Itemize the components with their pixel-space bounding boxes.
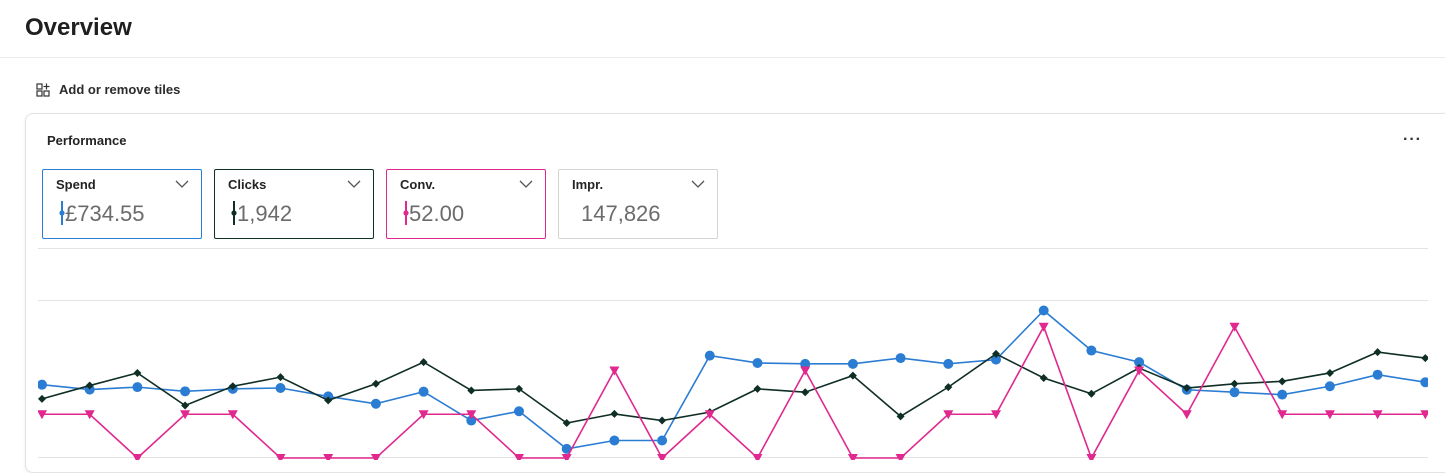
- data-point-spend[interactable]: [275, 383, 286, 393]
- data-point-spend[interactable]: [1324, 381, 1335, 392]
- add-tiles-icon: [36, 82, 50, 97]
- data-point-clicks[interactable]: [38, 394, 46, 403]
- data-point-spend[interactable]: [752, 357, 763, 368]
- data-point-clicks[interactable]: [276, 373, 285, 382]
- data-point-spend[interactable]: [38, 379, 47, 390]
- data-point-spend[interactable]: [609, 435, 620, 446]
- page-header: Overview: [0, 0, 1445, 58]
- metric-value: £734.55: [65, 201, 145, 226]
- metric-value: 147,826: [581, 201, 661, 226]
- data-point-spend[interactable]: [943, 358, 954, 369]
- metric-label: Impr.: [572, 177, 604, 192]
- data-point-clicks[interactable]: [1373, 348, 1382, 357]
- data-point-clicks[interactable]: [1087, 389, 1096, 398]
- data-point-spend[interactable]: [657, 435, 668, 446]
- more-options-button[interactable]: ···: [1403, 131, 1422, 149]
- performance-line-chart: [38, 248, 1428, 460]
- metric-label: Conv.: [400, 177, 436, 192]
- data-point-spend[interactable]: [1038, 305, 1049, 316]
- data-point-spend[interactable]: [704, 350, 715, 361]
- data-point-clicks[interactable]: [1278, 377, 1287, 386]
- add-tiles-label: Add or remove tiles: [59, 82, 181, 97]
- add-or-remove-tiles-button[interactable]: Add or remove tiles: [36, 82, 180, 97]
- data-point-clicks[interactable]: [610, 409, 619, 418]
- chevron-down-icon[interactable]: [691, 179, 705, 189]
- data-point-spend[interactable]: [847, 358, 858, 369]
- chevron-down-icon[interactable]: [175, 179, 189, 189]
- metric-tile-clicks[interactable]: Clicks 1,942: [214, 169, 374, 239]
- page-title: Overview: [25, 14, 132, 41]
- data-point-spend[interactable]: [1229, 387, 1240, 398]
- data-point-conv[interactable]: [609, 366, 620, 376]
- data-point-clicks[interactable]: [753, 384, 762, 393]
- data-point-conv[interactable]: [800, 366, 811, 376]
- metric-value: 1,942: [237, 201, 293, 226]
- series-line-conv: [42, 324, 1426, 460]
- metric-tile-conv[interactable]: Conv. 52.00: [386, 169, 546, 239]
- data-point-spend[interactable]: [418, 386, 429, 397]
- data-point-spend[interactable]: [132, 382, 143, 393]
- data-point-conv[interactable]: [1181, 410, 1192, 420]
- data-point-clicks[interactable]: [1230, 379, 1239, 388]
- metric-value: 52.00: [409, 201, 465, 226]
- data-point-spend[interactable]: [514, 406, 524, 417]
- metric-label: Spend: [56, 177, 96, 192]
- data-point-spend[interactable]: [370, 398, 381, 409]
- metric-label: Clicks: [228, 177, 267, 192]
- data-point-clicks[interactable]: [801, 388, 810, 397]
- data-point-clicks[interactable]: [371, 379, 380, 388]
- data-point-spend[interactable]: [1086, 345, 1097, 356]
- data-point-clicks[interactable]: [658, 416, 667, 425]
- metric-tile-impr[interactable]: Impr. 147,826: [558, 169, 718, 239]
- data-point-clicks[interactable]: [1421, 354, 1428, 363]
- data-point-spend[interactable]: [1372, 369, 1383, 380]
- series-line-clicks: [41, 351, 1426, 424]
- chevron-down-icon[interactable]: [347, 179, 361, 189]
- card-title: Performance: [47, 133, 127, 148]
- data-point-clicks[interactable]: [1325, 368, 1334, 377]
- data-point-conv[interactable]: [1038, 322, 1049, 332]
- data-point-clicks[interactable]: [1039, 374, 1048, 383]
- data-point-clicks[interactable]: [467, 386, 476, 395]
- data-point-clicks[interactable]: [419, 358, 428, 367]
- series-line-spend: [41, 309, 1426, 450]
- metric-tile-spend[interactable]: Spend £734.55: [42, 169, 202, 239]
- data-point-spend[interactable]: [1277, 389, 1288, 400]
- data-point-spend[interactable]: [180, 386, 191, 397]
- data-point-spend[interactable]: [895, 353, 906, 364]
- data-point-conv[interactable]: [1229, 322, 1240, 332]
- chevron-down-icon[interactable]: [519, 179, 533, 189]
- data-point-spend[interactable]: [1420, 377, 1428, 388]
